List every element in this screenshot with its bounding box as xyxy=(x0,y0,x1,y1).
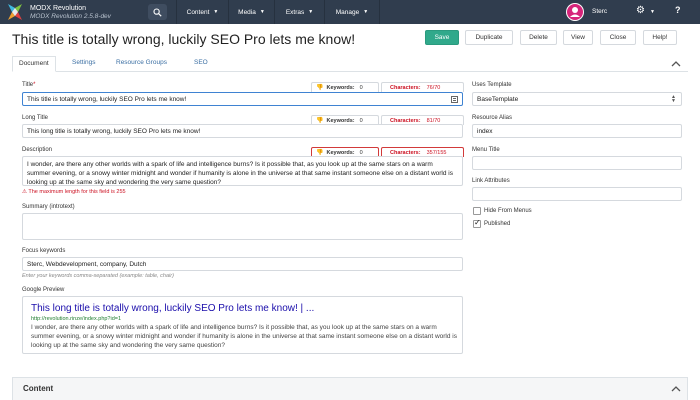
thumbs-down-icon: 👎 xyxy=(316,118,324,124)
app-version: MODX Revolution 2.5.8-dev xyxy=(30,13,111,20)
description-textarea[interactable]: I wonder, are there any other worlds wit… xyxy=(22,156,463,186)
search-icon xyxy=(153,8,162,17)
page-title: This title is totally wrong, luckily SEO… xyxy=(12,31,356,47)
content-panel-title: Content xyxy=(23,384,54,393)
tab-resource-groups[interactable]: Resource Groups xyxy=(116,59,167,72)
alias-input[interactable]: index xyxy=(472,124,682,138)
tab-settings[interactable]: Settings xyxy=(72,59,96,72)
google-preview-url: http://revolution.rinze/index.php?id=1 xyxy=(31,316,122,322)
nav-label: Media xyxy=(238,8,256,16)
search-button[interactable] xyxy=(148,4,167,20)
user-menu[interactable]: Sterc xyxy=(562,2,614,22)
link-attributes-label: Link Attributes xyxy=(472,178,510,184)
tabs-divider xyxy=(12,71,688,72)
summary-label: Summary (introtext) xyxy=(22,204,75,210)
help-icon[interactable]: ? xyxy=(675,5,681,15)
caret-down-icon: ▼ xyxy=(308,9,314,15)
chevron-up-icon[interactable] xyxy=(671,60,681,68)
select-arrows-icon: ▲ ▼ xyxy=(671,94,676,104)
title-keywords-counter: 👎 Keywords: 0 xyxy=(311,82,379,92)
warning-icon: ⚠ xyxy=(22,189,27,195)
content-panel: Content xyxy=(12,377,688,400)
view-button[interactable]: View xyxy=(563,30,593,45)
description-error: ⚠ The maximum length for this field is 2… xyxy=(22,189,126,195)
template-select[interactable]: BaseTemplate ▲ ▼ xyxy=(472,92,682,106)
published-label: Published xyxy=(484,221,511,227)
top-navigation-bar: MODX Revolution MODX Revolution 2.5.8-de… xyxy=(0,0,700,24)
thumbs-down-icon: 👎 xyxy=(316,150,324,156)
nav-extras[interactable]: Extras ▼ xyxy=(274,0,324,24)
link-attributes-input[interactable] xyxy=(472,187,682,201)
google-preview-description: I wonder, are there any other worlds wit… xyxy=(31,324,457,349)
nav-manage[interactable]: Manage ▼ xyxy=(324,0,380,24)
duplicate-button[interactable]: Duplicate xyxy=(465,30,513,45)
title-input[interactable]: This title is totally wrong, luckily SEO… xyxy=(22,92,463,106)
gear-icon[interactable]: ⚙ xyxy=(636,6,645,16)
focus-keywords-label: Focus keywords xyxy=(22,248,66,254)
required-mark: * xyxy=(33,82,36,88)
help-button[interactable]: Help! xyxy=(643,30,677,45)
tab-document[interactable]: Document xyxy=(12,56,56,72)
summary-textarea[interactable] xyxy=(22,213,463,240)
modx-logo xyxy=(8,4,22,20)
google-preview: This long title is totally wrong, luckil… xyxy=(22,296,463,354)
template-label: Uses Template xyxy=(472,82,512,88)
long-title-label: Long Title xyxy=(22,115,49,121)
focus-keywords-hint: Enter your keywords comma-separated (exa… xyxy=(22,273,174,279)
nav-label: Extras xyxy=(285,8,305,16)
alias-label: Resource Alias xyxy=(472,115,513,121)
chevron-up-icon[interactable] xyxy=(671,385,681,393)
caret-down-icon: ▼ xyxy=(259,9,265,15)
hide-from-menus-checkbox[interactable] xyxy=(473,207,481,215)
tab-seo[interactable]: SEO xyxy=(194,59,208,72)
caret-down-icon: ▼ xyxy=(650,9,655,15)
hide-from-menus-label: Hide From Menus xyxy=(484,208,532,214)
save-button[interactable]: Save xyxy=(425,30,459,45)
avatar xyxy=(566,3,584,21)
nav-media[interactable]: Media ▼ xyxy=(228,0,274,24)
nav-label: Content xyxy=(186,8,210,16)
nav-content[interactable]: Content ▼ xyxy=(176,0,228,24)
close-button[interactable]: Close xyxy=(600,30,636,45)
thumbs-down-icon: 👎 xyxy=(316,85,324,91)
long-title-input[interactable]: This long title is totally wrong, luckil… xyxy=(22,124,463,138)
caret-down-icon: ▼ xyxy=(213,9,219,15)
google-preview-label: Google Preview xyxy=(22,287,65,293)
field-menu-icon[interactable] xyxy=(451,96,458,103)
title-label: Title* xyxy=(22,82,36,88)
brand[interactable]: MODX Revolution MODX Revolution 2.5.8-de… xyxy=(6,3,141,21)
focus-keywords-input[interactable]: Sterc, Webdevelopment, company, Dutch xyxy=(22,257,463,271)
user-name: Sterc xyxy=(592,8,608,15)
published-checkbox[interactable] xyxy=(473,218,481,228)
title-characters-counter: Characters: 76/70 xyxy=(381,82,464,92)
caret-down-icon: ▼ xyxy=(363,9,369,15)
google-preview-title: This long title is totally wrong, luckil… xyxy=(31,303,315,314)
menu-title-label: Menu Title xyxy=(472,147,500,153)
nav-label: Manage xyxy=(335,8,360,16)
delete-button[interactable]: Delete xyxy=(520,30,557,45)
menu-title-input[interactable] xyxy=(472,156,682,170)
description-label: Description xyxy=(22,147,53,153)
app-name: MODX Revolution xyxy=(30,5,87,12)
